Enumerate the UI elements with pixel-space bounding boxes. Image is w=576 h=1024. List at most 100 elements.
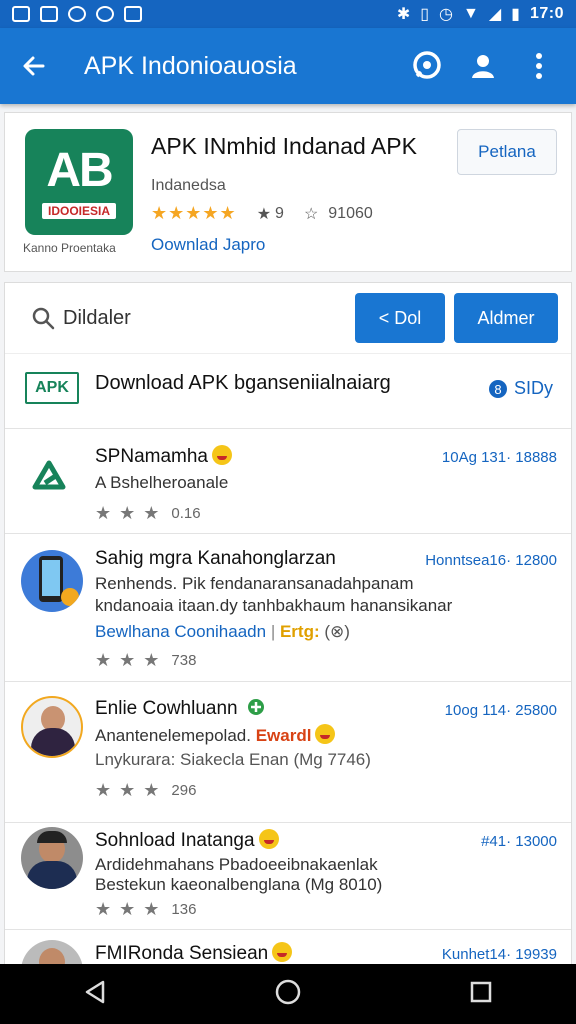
emoji-icon [258,829,279,849]
star-icons: ★★★ [95,650,168,670]
other-filter-button[interactable]: Aldmer [454,293,558,343]
nav-recents-icon [470,981,491,1002]
list-item[interactable]: Sohnload Inatanga #41· 13000 Ardidehmaha… [5,823,571,930]
person-icon [472,55,494,78]
app-logo[interactable]: AB IDOOIESIA [25,129,133,235]
alarm-notification-icon [96,6,114,22]
photo-notification-icon [40,6,58,22]
item-rating-value: 738 [171,652,197,669]
app-avatar-icon [21,550,83,612]
download-link[interactable]: Oownlad Japro [151,235,265,255]
item-title-text: SPNamamha [95,446,208,467]
bluetooth-icon: ✱ [396,6,411,23]
search-row: Dildaler < Dol Aldmer [5,283,571,353]
app-card: AB IDOOIESIA Kanno Proentaka APK INmhid … [4,112,572,272]
item-description-line-1: Ardidehmahans Pbadoeeibnakaenlak [95,855,378,874]
item-title: SPNamamha [95,445,232,468]
star-icon: ★ [256,205,272,223]
item-subtitle: A Bshelheroanale [95,473,229,492]
item-subtitle: Anantenelemepolad. Ewardl [95,724,336,746]
item-meta: #41· 13000 [481,833,557,850]
wifi-icon: ▼ [463,5,479,22]
rating-a: 9 [275,204,284,222]
item-rating: ★★★ 738 [95,650,196,671]
user-avatar [21,696,83,758]
item-meta: 10og 114· 25800 [444,702,557,719]
app-bar: APK Indonioauosia [0,28,576,104]
page-title: APK Indonioauosia [84,51,297,80]
item-title: FMIRonda Sensiean [95,942,293,965]
item-rating: ★★★ 136 [95,899,196,920]
item-title-text: Enlie Cowhluann [95,698,238,719]
app-title: APK INmhid Indanad APK [151,133,417,159]
item-rating-value: 0.16 [171,505,201,522]
emoji-icon [212,445,232,465]
star-icons: ★★★ [95,503,168,523]
nav-home-button[interactable] [274,978,302,1011]
item-rating-value: 296 [171,782,197,799]
image-notification-icon [12,6,30,22]
list-item[interactable]: Sahig mgra Kanahonglarzan Honntsea16· 12… [5,534,571,682]
more-vert-icon [536,53,542,79]
app-subtitle: Indanedsa [151,177,226,194]
status-time: 17:0 [529,5,564,22]
item-meta: Kunhet14· 19939 [441,946,557,963]
back-button[interactable] [14,46,54,86]
nav-home-icon [275,979,301,1004]
item-title-text: FMIRonda Sensiean [95,943,269,964]
back-filter-button[interactable]: < Dol [355,293,445,343]
item-description: Lnykurara: Siakecla Enan (Mg 7746) [95,750,371,769]
battery-icon: ▮ [511,6,520,23]
emoji-icon [315,724,336,744]
star-outline-icon: ☆ [303,205,319,223]
app-logo-icon [32,460,66,490]
item-rating: ★★★ 0.16 [95,503,201,524]
list-item[interactable]: Enlie Cowhluann 10og 114· 25800 Anantene… [5,682,571,823]
item-meta: Honntsea16· 12800 [425,552,557,569]
rating-b: 91060 [328,204,373,222]
search-field[interactable]: Dildaler [31,306,131,330]
system-nav-bar [0,964,576,1024]
status-bar: ✱ ▯ ◷ ▼ ◢ ▮ 17:0 [0,0,576,28]
alarm-icon: ◷ [439,6,453,23]
app-action-button[interactable]: Petlana [457,129,557,175]
apk-logo: APK [25,372,79,404]
item-title-text: Sohnload Inatanga [95,830,255,851]
chat-button[interactable] [404,43,450,89]
results-panel: Dildaler < Dol Aldmer APK Download APK b… [4,282,572,1002]
account-button[interactable] [460,43,506,89]
banner-link-label: SIDy [513,378,553,398]
verified-icon [247,699,264,715]
search-icon [32,307,55,330]
logo-letters: AB [46,144,113,197]
star-icons: ★★★ [95,780,168,800]
item-title: Enlie Cowhluann [95,698,265,720]
item-description-line-2: kndanoaia itaan.dy tanhbakhaum hanansika… [95,596,453,615]
item-link[interactable]: Bewlhana Coonihaadn | Ertg: (⊗) [95,622,350,642]
item-subtitle-text: Anantenelemepolad. [95,726,251,745]
emoji-icon [272,942,293,962]
download-banner[interactable]: APK Download APK bganseniialnaiarg 8 SID… [5,353,571,429]
back-arrow-icon [23,56,45,76]
share-icon: (⊗) [324,622,350,641]
vibrate-icon: ▯ [420,6,430,23]
logo-caption: Kanno Proentaka [23,241,116,255]
chat-icon [413,51,441,79]
star-rating-icon: ★★★★★ [151,203,237,223]
svg-text:8: 8 [494,382,501,397]
item-rating: ★★★ 296 [95,780,196,801]
app-rating: ★★★★★ ★ 9 ☆ 91060 [151,203,373,224]
signal-icon: ◢ [488,6,502,23]
search-query: Dildaler [63,306,131,329]
item-title: Sahig mgra Kanahonglarzan [95,548,336,569]
item-tag: Ewardl [255,726,312,745]
nav-recents-button[interactable] [469,980,493,1009]
more-options-button[interactable] [516,43,562,89]
item-rating-value: 136 [171,901,197,918]
info-icon: 8 [488,379,507,398]
nav-back-button[interactable] [83,979,107,1010]
banner-link[interactable]: 8 SIDy [488,378,553,399]
nav-back-icon [86,980,105,1003]
logo-strip: IDOOIESIA [41,203,116,219]
list-item[interactable]: SPNamamha 10Ag 131· 18888 A Bshelheroana… [5,427,571,534]
